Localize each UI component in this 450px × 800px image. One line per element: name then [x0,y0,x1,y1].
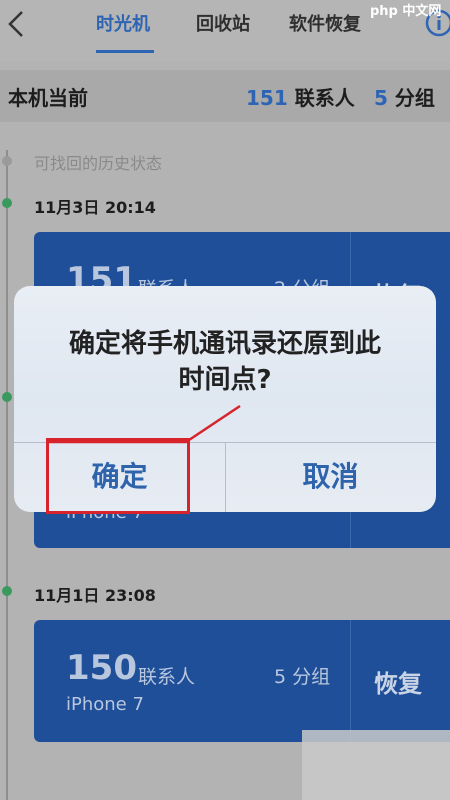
dialog-message: 确定将手机通讯录还原到此 时间点? [34,326,416,398]
app-screen: 时光机 回收站 软件恢复 php 中文网 本机当前 151 联系人 5 分组 可… [0,0,450,800]
tab-time-machine[interactable]: 时光机 [96,10,150,36]
summary-contacts: 151 联系人 [246,82,355,111]
watermark-patch [302,730,450,800]
watermark-text: php 中文网 [370,4,442,19]
summary-groups-unit: 分组 [394,86,435,110]
entry-date: 11月1日 23:08 [34,586,156,605]
timeline-dot [2,392,12,402]
restore-button[interactable]: 恢复 [374,664,422,699]
summary-contacts-count: 151 [246,86,288,110]
summary-label: 本机当前 [8,86,88,110]
timeline-dot [2,198,12,208]
annotation-highlight-box [46,438,190,514]
summary-contacts-unit: 联系人 [294,86,355,110]
dialog-message-line1: 确定将手机通讯录还原到此 [68,329,381,359]
dialog-message-line2: 时间点? [178,365,272,395]
card-contacts-unit: 联系人 [138,666,196,688]
active-tab-indicator [96,50,154,53]
entry-date: 11月3日 20:14 [34,198,156,217]
card-device: iPhone 7 [66,694,144,715]
history-card[interactable]: 150 联系人 5 分组 iPhone 7 恢复 [34,620,450,742]
cancel-button[interactable]: 取消 [225,442,436,512]
timeline-dot [2,156,12,166]
tab-software-restore[interactable]: 软件恢复 [289,10,361,36]
card-groups: 5 分组 [274,666,331,688]
current-device-summary: 本机当前 151 联系人 5 分组 [0,70,450,122]
timeline-line [6,150,8,800]
card-contacts-count: 150 [66,648,137,688]
summary-groups-count: 5 [374,86,388,110]
summary-groups: 5 分组 [374,82,435,111]
tab-recycle-bin[interactable]: 回收站 [196,10,250,36]
timeline-dot [2,586,12,596]
chevron-left-icon[interactable] [4,10,28,38]
history-hint: 可找回的历史状态 [34,154,163,173]
watermark-logo: php 中文网 [370,0,450,22]
card-divider [350,620,351,742]
